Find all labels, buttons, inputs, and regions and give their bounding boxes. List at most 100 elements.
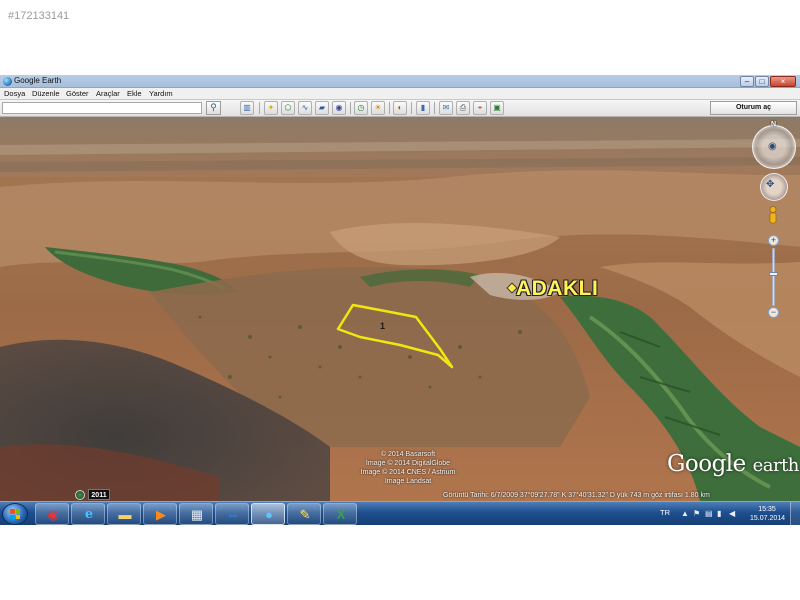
north-label[interactable]: N bbox=[771, 121, 776, 128]
logo-earth-text: earth bbox=[752, 455, 800, 476]
polygon-label[interactable]: 1 bbox=[380, 321, 385, 331]
taskbar-google-earth[interactable]: ● bbox=[251, 503, 285, 525]
add-path-button[interactable]: ∿ bbox=[298, 101, 312, 115]
windows-logo-icon bbox=[10, 509, 20, 519]
search-button[interactable]: ⚲ bbox=[206, 101, 221, 115]
calculator-icon: ▦ bbox=[190, 507, 204, 522]
taskbar-chrome[interactable]: ◉ bbox=[35, 503, 69, 525]
pegman-icon[interactable] bbox=[767, 206, 779, 224]
toolbar-separator bbox=[434, 102, 435, 114]
magnifier-icon: ⚲ bbox=[210, 102, 217, 112]
close-button[interactable]: × bbox=[770, 76, 796, 87]
view-in-maps-button[interactable]: ⌖ bbox=[473, 101, 487, 115]
place-label[interactable]: ADAKLI bbox=[516, 277, 598, 301]
taskbar-teamviewer[interactable]: ⇔ bbox=[215, 503, 249, 525]
path-icon: ∿ bbox=[301, 103, 309, 112]
eye-icon: ◉ bbox=[768, 141, 777, 152]
window-title: Google Earth bbox=[14, 76, 62, 85]
toolbar-separator bbox=[350, 102, 351, 114]
teamviewer-icon: ⇔ bbox=[226, 507, 240, 522]
google-earth-window: Google Earth – □ × Dosya Düzenle Göster … bbox=[0, 75, 800, 526]
tray-battery-icon[interactable]: ▮ bbox=[717, 509, 721, 518]
google-earth-logo: Google earth bbox=[667, 451, 799, 477]
record-tour-icon: ◉ bbox=[335, 103, 343, 112]
menu-help[interactable]: Yardım bbox=[149, 89, 173, 98]
sunlight-button[interactable]: ☀ bbox=[371, 101, 385, 115]
paint-icon: ✎ bbox=[299, 507, 311, 522]
excel-icon: X bbox=[336, 507, 346, 522]
menu-edit[interactable]: Düzenle bbox=[32, 89, 60, 98]
sign-in-button[interactable]: Oturum aç bbox=[710, 101, 797, 115]
media-player-icon: ▶ bbox=[156, 507, 166, 522]
status-text: Görüntü Tarihi: 6/7/2009 37°09'27.78" K … bbox=[443, 492, 710, 499]
tray-volume-icon[interactable]: ◀ bbox=[729, 509, 735, 518]
tray-network-icon[interactable]: ▤ bbox=[705, 509, 713, 518]
add-image-overlay-button[interactable]: ▰ bbox=[315, 101, 329, 115]
title-bar[interactable]: Google Earth – □ × bbox=[0, 75, 800, 88]
email-button[interactable]: ✉ bbox=[439, 101, 453, 115]
email-icon: ✉ bbox=[442, 103, 450, 112]
clock-time: 15:35 bbox=[758, 506, 776, 513]
google-earth-icon: ● bbox=[265, 507, 273, 522]
toolbar: ⚲ ▥ ✦ ⬠ ∿ ▰ ◉ ◷ ☀ ◐ ▮ ✉ ⎙ ⌖ ▣ Oturum aç bbox=[0, 100, 800, 117]
save-image-button[interactable]: ▣ bbox=[490, 101, 504, 115]
listing-id-watermark: #172133141 bbox=[8, 10, 70, 22]
toolbar-separator bbox=[259, 102, 260, 114]
polygon-icon: ⬠ bbox=[284, 103, 292, 112]
taskbar-media-player[interactable]: ▶ bbox=[143, 503, 177, 525]
system-clock[interactable]: 15:35 15.07.2014 bbox=[750, 505, 785, 523]
credit-line: Image © 2014 DigitalGlobe bbox=[365, 460, 451, 467]
print-icon: ⎙ bbox=[459, 103, 467, 112]
record-tour-button[interactable]: ◉ bbox=[332, 101, 346, 115]
imagery-credits: © 2014 Basarsoft Image © 2014 DigitalGlo… bbox=[353, 450, 463, 486]
taskbar-internet-explorer[interactable]: e bbox=[71, 503, 105, 525]
credit-line: Image © 2014 CNES / Astrium bbox=[360, 469, 456, 476]
sidebar-toggle-button[interactable]: ▥ bbox=[240, 101, 254, 115]
taskbar-paint[interactable]: ✎ bbox=[287, 503, 321, 525]
move-arrows-icon: ✥ bbox=[766, 179, 775, 190]
zoom-in-button[interactable]: + bbox=[768, 235, 779, 246]
menu-file[interactable]: Dosya bbox=[4, 89, 25, 98]
add-placemark-button[interactable]: ✦ bbox=[264, 101, 278, 115]
earth-3d-view[interactable]: ADAKLI 1 N ◉ ✥ + − © 2014 Basarsoft Imag… bbox=[0, 117, 800, 501]
add-polygon-button[interactable]: ⬠ bbox=[281, 101, 295, 115]
internet-explorer-icon: e bbox=[84, 507, 94, 522]
print-button[interactable]: ⎙ bbox=[456, 101, 470, 115]
menu-bar: Dosya Düzenle Göster Araçlar Ekle Yardım bbox=[0, 88, 800, 100]
taskbar-calculator[interactable]: ▦ bbox=[179, 503, 213, 525]
search-input[interactable] bbox=[2, 102, 202, 114]
zoom-out-button[interactable]: − bbox=[768, 307, 779, 318]
sidebar-icon: ▥ bbox=[243, 103, 251, 112]
historical-imagery-button[interactable]: ◷ bbox=[354, 101, 368, 115]
language-indicator[interactable]: TR bbox=[660, 508, 670, 517]
switch-planet-button[interactable]: ◐ bbox=[393, 101, 407, 115]
credit-line: © 2014 Basarsoft bbox=[380, 451, 436, 458]
maps-icon: ⌖ bbox=[477, 103, 483, 112]
toolbar-separator bbox=[411, 102, 412, 114]
taskbar-file-explorer[interactable]: ▬ bbox=[107, 503, 141, 525]
menu-tools[interactable]: Araçlar bbox=[96, 89, 120, 98]
google-earth-app-icon bbox=[3, 77, 12, 86]
file-explorer-icon: ▬ bbox=[118, 507, 132, 522]
logo-google-text: Google bbox=[667, 451, 746, 477]
historical-imagery-year[interactable]: 2011 bbox=[88, 489, 110, 500]
save-image-icon: ▣ bbox=[493, 103, 501, 112]
menu-add[interactable]: Ekle bbox=[127, 89, 142, 98]
tray-chevron-icon[interactable]: ▲ bbox=[681, 509, 689, 518]
tray-flag-icon[interactable]: ⚑ bbox=[693, 509, 700, 518]
ruler-icon: ▮ bbox=[420, 103, 426, 112]
show-desktop-button[interactable] bbox=[790, 502, 800, 526]
zoom-slider-thumb[interactable] bbox=[769, 272, 778, 276]
taskbar-excel[interactable]: X bbox=[323, 503, 357, 525]
tour-play-button[interactable] bbox=[75, 490, 85, 500]
ruler-button[interactable]: ▮ bbox=[416, 101, 430, 115]
maximize-button[interactable]: □ bbox=[755, 76, 769, 87]
sunlight-icon: ☀ bbox=[374, 103, 382, 112]
windows-taskbar: ◉ e ▬ ▶ ▦ ⇔ ● ✎ X TR ▲ ⚑ ▤ ▮ ◀ 15:35 15.… bbox=[0, 501, 800, 526]
chrome-icon: ◉ bbox=[47, 507, 59, 522]
toolbar-separator bbox=[389, 102, 390, 114]
planets-icon: ◐ bbox=[397, 103, 403, 112]
menu-view[interactable]: Göster bbox=[66, 89, 89, 98]
minimize-button[interactable]: – bbox=[740, 76, 754, 87]
zoom-slider-track[interactable] bbox=[772, 248, 775, 306]
